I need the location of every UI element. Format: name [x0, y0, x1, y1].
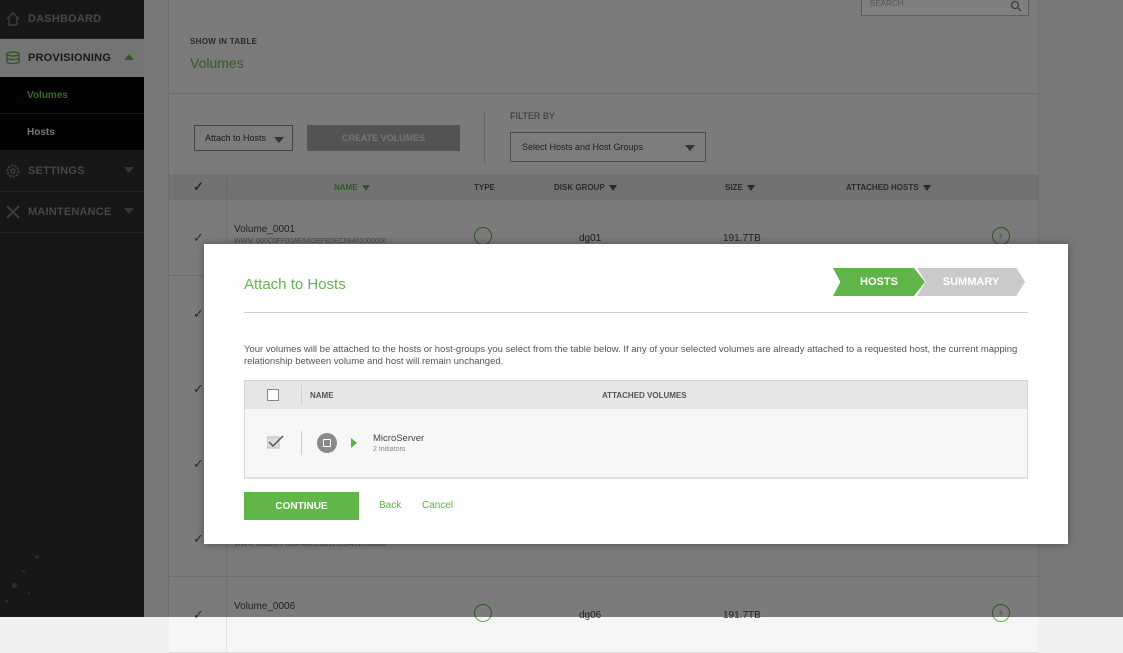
host-initiators: 2 Initiators [373, 446, 406, 453]
dialog-title: Attach to Hosts [244, 276, 346, 293]
expand-arrow-icon[interactable] [351, 438, 357, 448]
divider [301, 431, 302, 455]
back-link[interactable]: Back [379, 500, 401, 511]
row-checkbox[interactable] [266, 435, 285, 449]
host-name: MicroServer [373, 433, 425, 444]
column-header-name[interactable]: NAME [310, 391, 334, 400]
step-summary: SUMMARY [917, 268, 1025, 296]
cancel-link[interactable]: Cancel [422, 500, 453, 511]
step-hosts: HOSTS [833, 268, 925, 296]
hosts-table-header: NAME ATTACHED VOLUMES [245, 381, 1027, 409]
column-header-attached-volumes[interactable]: ATTACHED VOLUMES [602, 391, 687, 400]
attach-to-hosts-dialog: Attach to Hosts SUMMARY HOSTS Your volum… [204, 244, 1068, 544]
continue-button[interactable]: CONTINUE [244, 492, 359, 520]
hosts-table: NAME ATTACHED VOLUMES MicroServer 2 Init… [244, 380, 1028, 479]
divider [301, 385, 302, 405]
server-icon [317, 433, 337, 453]
divider [245, 477, 1027, 479]
select-all-checkbox[interactable] [267, 389, 279, 401]
divider [244, 312, 1028, 313]
table-row[interactable]: MicroServer 2 Initiators [245, 409, 1027, 477]
dialog-description: Your volumes will be attached to the hos… [244, 344, 1018, 367]
